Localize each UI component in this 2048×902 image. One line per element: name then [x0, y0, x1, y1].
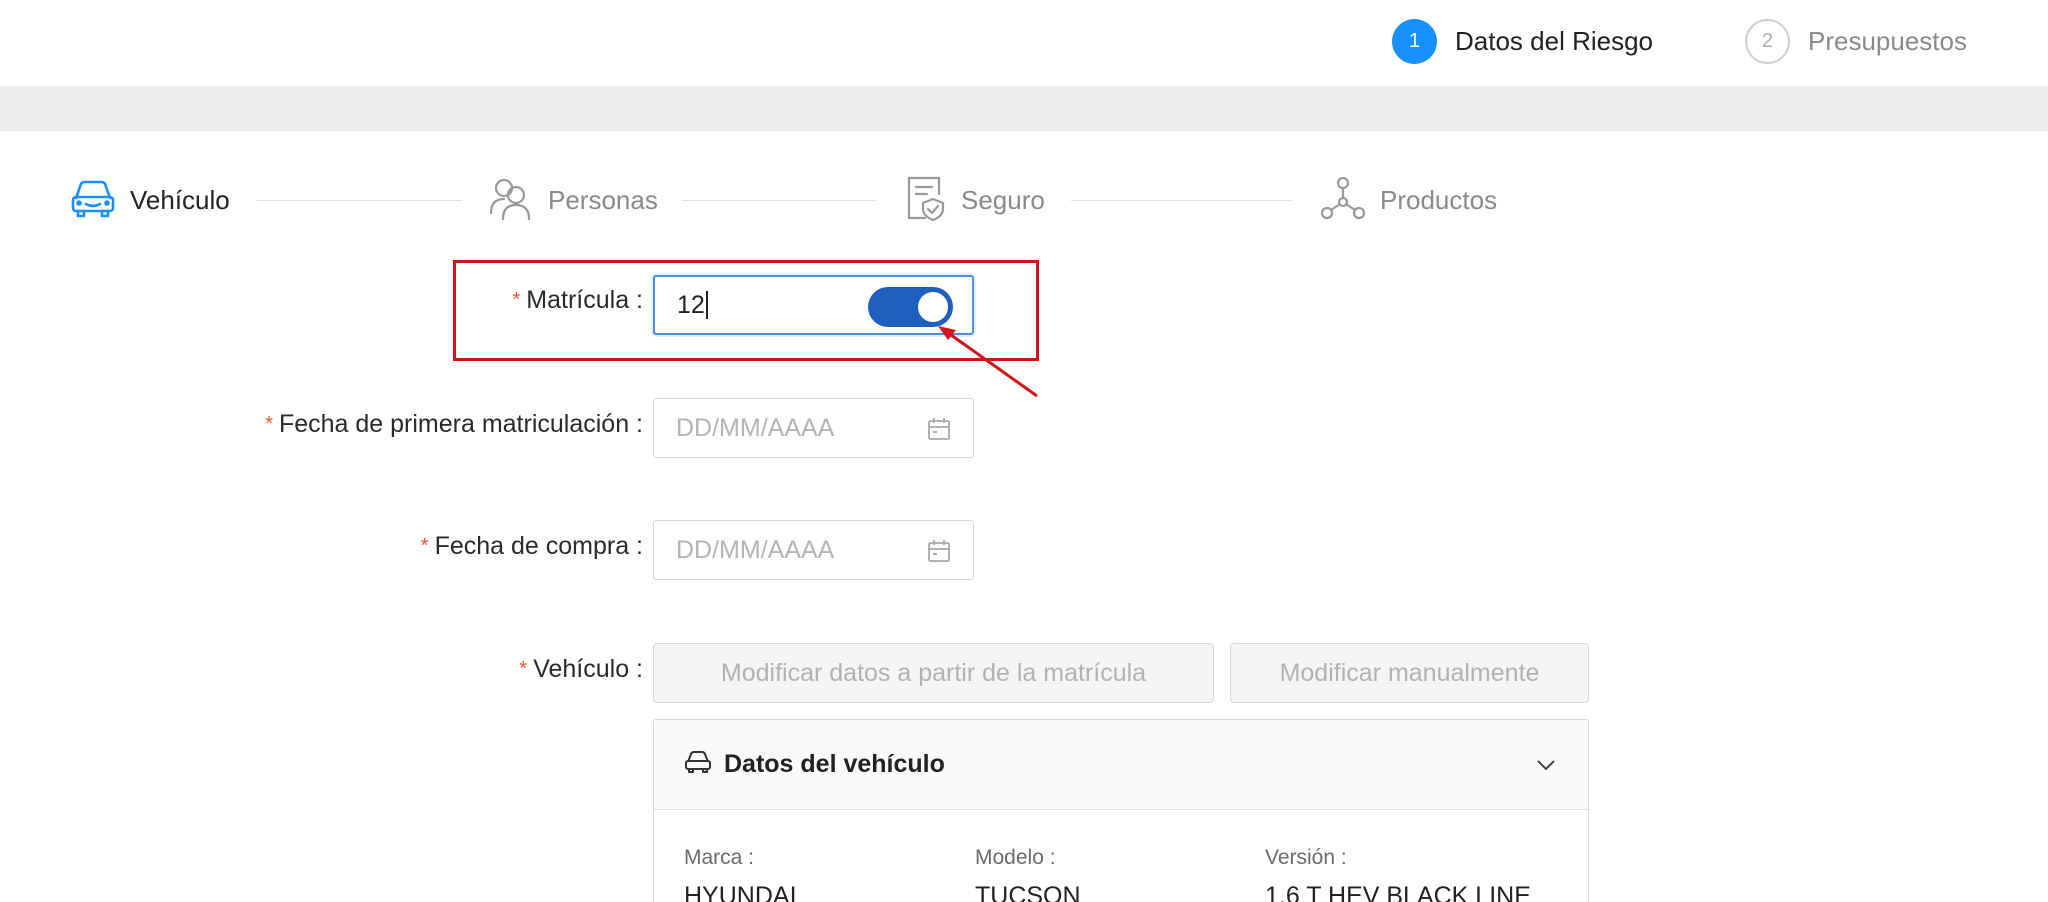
field-value: TUCSON — [975, 882, 1081, 902]
modelo-field: Modelo : TUCSON — [975, 846, 1081, 902]
vehicle-panel-title: Datos del vehículo — [724, 750, 945, 778]
step-number-badge: 2 — [1745, 18, 1790, 64]
field-value: 1.6 T HEV BLACK LINE — [1265, 882, 1531, 902]
required-mark: * — [420, 535, 429, 557]
substep-productos[interactable]: Productos — [1320, 172, 1497, 228]
substep-label: Vehículo — [130, 184, 230, 215]
step-datos-del-riesgo[interactable]: 1 Datos del Riesgo — [1392, 18, 1653, 64]
step-label: Datos del Riesgo — [1455, 25, 1653, 56]
substep-connector — [682, 200, 877, 201]
version-field: Versión : 1.6 T HEV BLACK LINE — [1265, 846, 1531, 902]
form-substeps: Vehículo Personas Seguro Productos — [0, 172, 2048, 232]
vehicle-panel-header[interactable]: Datos del vehículo — [654, 720, 1588, 810]
substep-personas[interactable]: Personas — [488, 172, 658, 228]
vehicle-data-panel: Datos del vehículo Marca : HYUNDAI Model… — [653, 719, 1589, 902]
annotation-arrow-icon — [938, 326, 1038, 398]
field-value: HYUNDAI — [684, 882, 797, 902]
substep-seguro[interactable]: Seguro — [905, 172, 1045, 228]
step-number-badge: 1 — [1392, 18, 1437, 64]
calendar-icon[interactable] — [927, 417, 951, 441]
substep-connector — [1071, 200, 1293, 201]
required-mark: * — [519, 658, 528, 680]
substep-connector — [257, 200, 462, 201]
step-label: Presupuestos — [1808, 25, 1967, 56]
network-nodes-icon — [1320, 175, 1366, 226]
modify-manually-button[interactable]: Modificar manualmente — [1230, 643, 1589, 703]
field-label: Versión : — [1265, 846, 1347, 869]
substep-label: Seguro — [961, 184, 1045, 215]
date-placeholder: DD/MM/AAAA — [676, 413, 835, 442]
date-placeholder: DD/MM/AAAA — [676, 535, 835, 564]
vehiculo-label: * Vehículo : — [519, 655, 643, 683]
calendar-icon[interactable] — [927, 539, 951, 563]
substep-label: Personas — [548, 184, 658, 215]
substep-vehiculo[interactable]: Vehículo — [70, 172, 230, 228]
substep-label: Productos — [1380, 184, 1498, 215]
fecha-compra-input[interactable]: DD/MM/AAAA — [653, 520, 974, 580]
chevron-down-icon[interactable] — [1534, 753, 1558, 777]
fecha-compra-label: * Fecha de compra : — [420, 532, 643, 560]
progress-header: 1 Datos del Riesgo 2 Presupuestos — [0, 0, 2048, 86]
modify-from-matricula-button[interactable]: Modificar datos a partir de la matrícula — [653, 643, 1214, 703]
car-icon — [684, 750, 712, 779]
car-icon — [70, 176, 116, 225]
marca-field: Marca : HYUNDAI — [684, 846, 797, 902]
people-icon — [488, 175, 534, 226]
step-presupuestos[interactable]: 2 Presupuestos — [1745, 18, 1967, 64]
policy-document-icon — [905, 174, 947, 227]
header-divider-band — [0, 86, 2048, 131]
vehicle-panel-body: Marca : HYUNDAI Modelo : TUCSON Versión … — [654, 810, 1588, 902]
required-mark: * — [265, 413, 273, 435]
fecha-primera-matriculacion-input[interactable]: DD/MM/AAAA — [653, 398, 974, 458]
fecha-primera-label: * Fecha de primera matriculación : — [265, 410, 643, 438]
field-label: Marca : — [684, 846, 755, 869]
field-label: Modelo : — [975, 846, 1056, 869]
